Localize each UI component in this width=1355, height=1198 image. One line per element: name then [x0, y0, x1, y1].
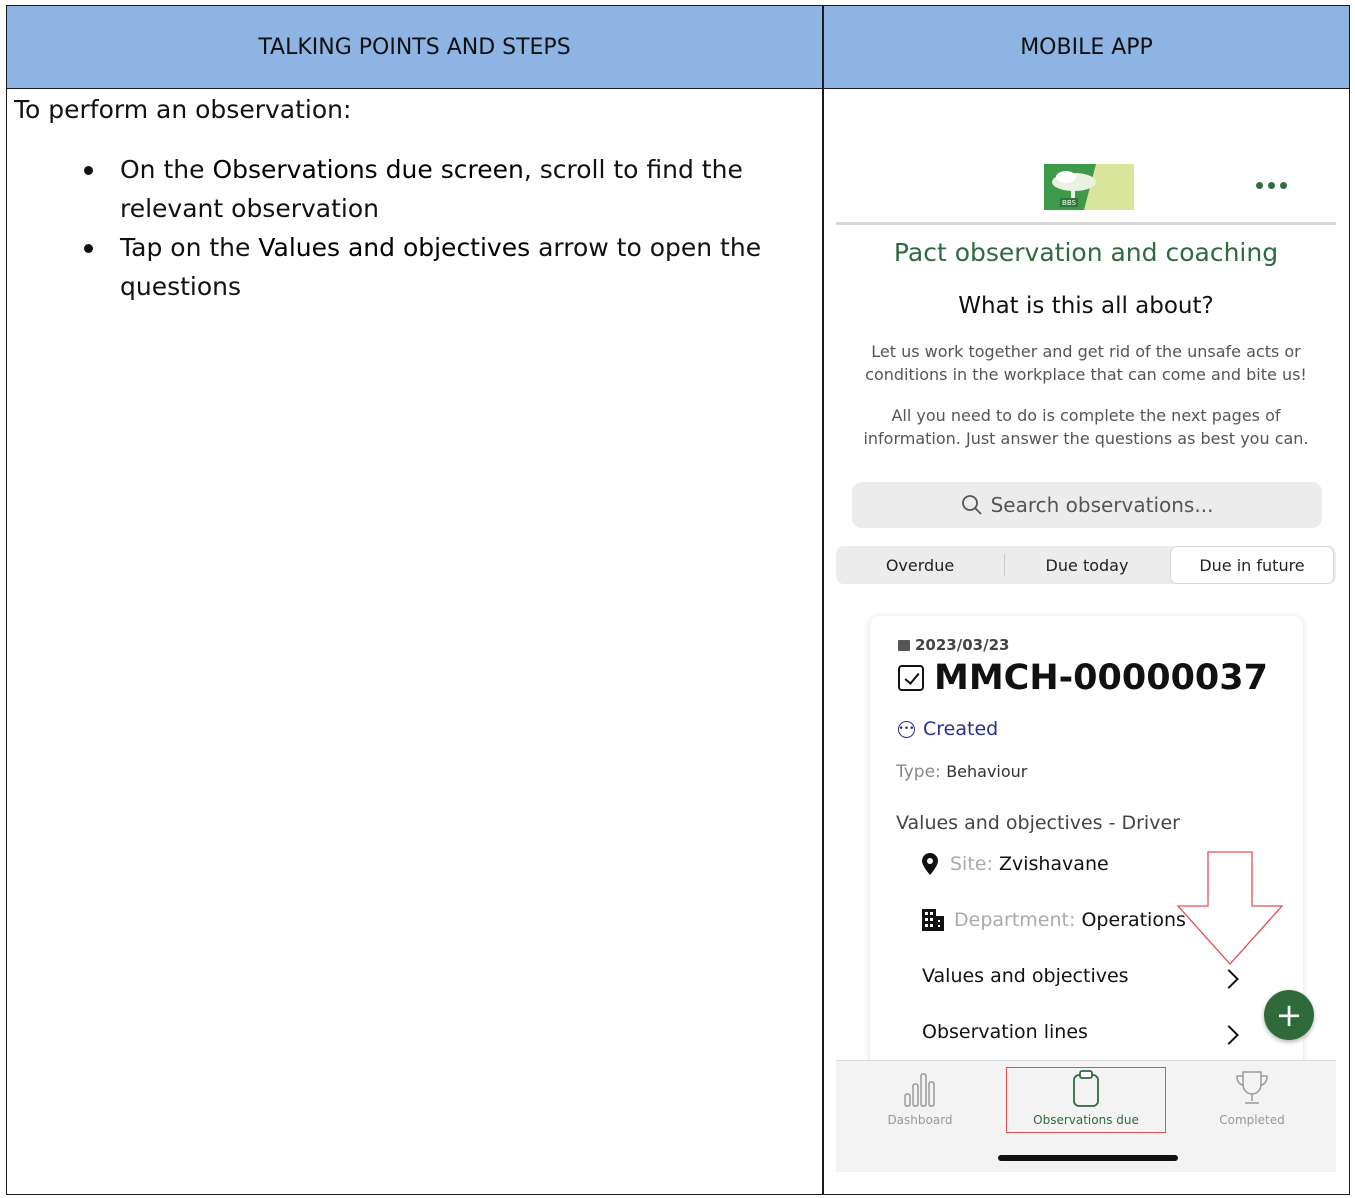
search-icon — [961, 495, 982, 515]
tab-label: Completed — [1219, 1113, 1285, 1127]
status-ellipsis-icon: ••• — [898, 720, 915, 738]
annotation-highlight-box — [1006, 1067, 1166, 1133]
code-text: MMCH-00000037 — [934, 658, 1268, 698]
location-pin-icon — [922, 853, 938, 875]
column-divider — [822, 6, 824, 1194]
talking-points-cell: To perform an observation: On the Observ… — [14, 94, 804, 306]
intro-text: To perform an observation: — [14, 95, 352, 124]
app-description-1: Let us work together and get rid of the … — [865, 342, 1307, 384]
bar-chart-icon — [904, 1073, 935, 1107]
step-text: On the — [120, 155, 213, 184]
mobile-app-screenshot: BBS Pact observation and coaching What i… — [836, 160, 1336, 1172]
app-title: Pact observation and coaching — [893, 238, 1279, 267]
department-value: Operations — [1081, 909, 1186, 931]
steps-list: On the Observations due screen, scroll t… — [14, 150, 804, 306]
tab-dashboard[interactable]: Dashboard — [840, 1069, 1000, 1127]
search-input[interactable]: Search observations... — [852, 482, 1322, 528]
checkbox-icon — [898, 665, 924, 691]
search-placeholder: Search observations... — [990, 493, 1214, 517]
trophy-icon — [1236, 1071, 1268, 1104]
observation-date: 2023/03/23 — [898, 636, 1009, 654]
segment-due-in-future[interactable]: Due in future — [1170, 546, 1334, 584]
header-right: MOBILE APP — [1020, 35, 1153, 60]
department-label: Department: — [954, 909, 1076, 931]
more-options-icon[interactable] — [1256, 182, 1287, 189]
values-and-objectives-link[interactable]: Values and objectives — [922, 965, 1129, 987]
segment-control: Overdue Due today Due in future — [836, 546, 1336, 584]
step-emphasis: Observations due screen — [212, 155, 524, 184]
bbs-logo: BBS — [1044, 164, 1134, 210]
values-driver: Values and objectives - Driver — [896, 812, 1180, 834]
site-row: Site: Zvishavane — [922, 853, 1109, 875]
site-value: Zvishavane — [998, 853, 1109, 875]
segment-due-today[interactable]: Due today — [1004, 546, 1170, 584]
type-value: Behaviour — [946, 762, 1028, 781]
observation-card[interactable]: 2023/03/23 MMCH-00000037 ••• Created Type… — [870, 616, 1303, 1076]
annotation-arrow-icon — [1176, 851, 1284, 965]
header-divider — [836, 222, 1336, 225]
tab-label: Dashboard — [887, 1113, 953, 1127]
bullet-icon — [84, 166, 93, 175]
chevron-right-icon[interactable] — [1219, 969, 1239, 989]
step-item: Tap on the Values and objectives arrow t… — [14, 228, 804, 306]
chevron-right-icon[interactable] — [1219, 1025, 1239, 1045]
app-description-2: All you need to do is complete the next … — [863, 406, 1309, 448]
logo-text: BBS — [1062, 199, 1076, 207]
department-row: Department: Operations — [922, 909, 1186, 931]
app-subtitle: What is this all about? — [958, 293, 1214, 319]
observation-lines-link[interactable]: Observation lines — [922, 1021, 1088, 1043]
type-label: Type: — [896, 762, 941, 782]
calendar-icon — [898, 639, 910, 651]
tab-completed[interactable]: Completed — [1172, 1069, 1332, 1127]
header-left: TALKING POINTS AND STEPS — [258, 35, 571, 60]
date-text: 2023/03/23 — [915, 636, 1010, 654]
step-text: Tap on the — [120, 233, 259, 262]
add-observation-button[interactable]: + — [1264, 990, 1314, 1040]
step-item: On the Observations due screen, scroll t… — [14, 150, 804, 228]
home-indicator — [998, 1155, 1178, 1161]
status-text: Created — [923, 718, 999, 740]
site-label: Site: — [950, 853, 993, 875]
observation-type: Type: Behaviour — [896, 762, 1027, 782]
status-badge: ••• Created — [898, 718, 998, 740]
building-icon — [922, 909, 944, 931]
observation-code: MMCH-00000037 — [898, 658, 1268, 698]
segment-overdue[interactable]: Overdue — [836, 546, 1004, 584]
step-emphasis: Values and objectives — [258, 233, 531, 262]
bullet-icon — [84, 244, 93, 253]
